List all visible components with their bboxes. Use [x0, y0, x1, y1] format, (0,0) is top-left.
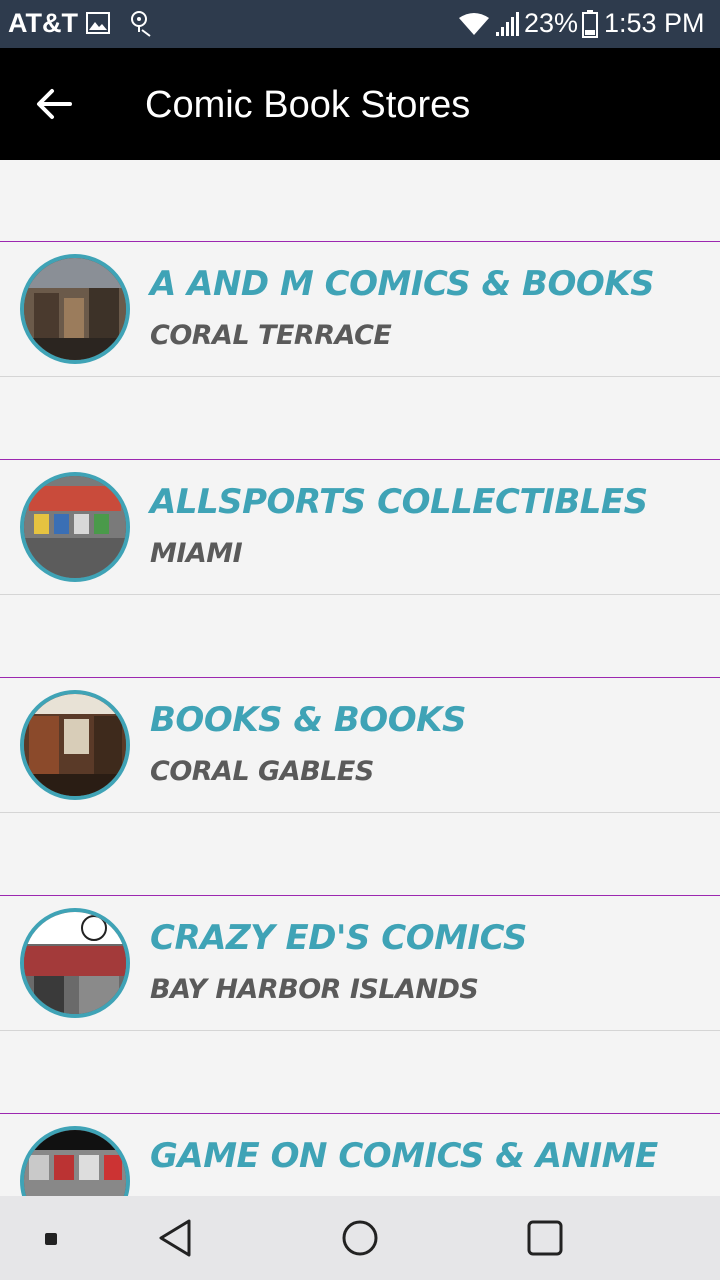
menu-dot-icon[interactable] [44, 1232, 58, 1246]
battery-percentage: 23% [524, 8, 579, 38]
store-thumbnail [20, 254, 130, 364]
store-name: Allsports Collectibles [150, 482, 648, 522]
carrier-label: AT&T [8, 8, 78, 38]
store-name: Crazy Ed's Comics [150, 918, 527, 958]
store-thumbnail [20, 472, 130, 582]
location-notification-icon [131, 11, 151, 37]
nav-recents-icon[interactable] [526, 1219, 564, 1257]
store-name: A and M Comics & Books [150, 264, 655, 304]
nav-back-icon[interactable] [156, 1218, 194, 1258]
store-name: Game On Comics & Anime [150, 1136, 658, 1176]
store-list-item[interactable]: A and M Comics & Books Coral Terrace [0, 241, 720, 377]
image-notification-icon [86, 12, 110, 34]
store-thumbnail [20, 908, 130, 1018]
store-thumbnail [20, 690, 130, 800]
clock: 1:53 PM [604, 8, 705, 38]
system-navigation-bar [0, 1196, 720, 1280]
battery-icon [582, 10, 598, 38]
store-thumbnail [20, 1126, 130, 1196]
store-list[interactable]: A and M Comics & Books Coral Terrace All… [0, 160, 720, 1196]
store-city: Coral Terrace [150, 320, 392, 351]
app-bar: Comic Book Stores [0, 48, 720, 160]
cell-signal-icon [496, 12, 519, 36]
store-name: Books & Books [150, 700, 466, 740]
wifi-icon [459, 13, 489, 35]
page-title: Comic Book Stores [145, 84, 471, 126]
status-bar: AT&T 23% 1:53 PM [0, 0, 720, 48]
store-city: Bay Harbor Islands [150, 974, 479, 1005]
store-city: Coral Gables [150, 756, 374, 787]
store-city: Miami [150, 538, 243, 569]
store-list-item[interactable]: Books & Books Coral Gables [0, 677, 720, 813]
nav-home-icon[interactable] [341, 1219, 379, 1257]
store-list-item[interactable]: Allsports Collectibles Miami [0, 459, 720, 595]
store-list-item[interactable]: Game On Comics & Anime [0, 1113, 720, 1196]
store-list-item[interactable]: Crazy Ed's Comics Bay Harbor Islands [0, 895, 720, 1031]
back-arrow-icon[interactable] [30, 82, 78, 126]
